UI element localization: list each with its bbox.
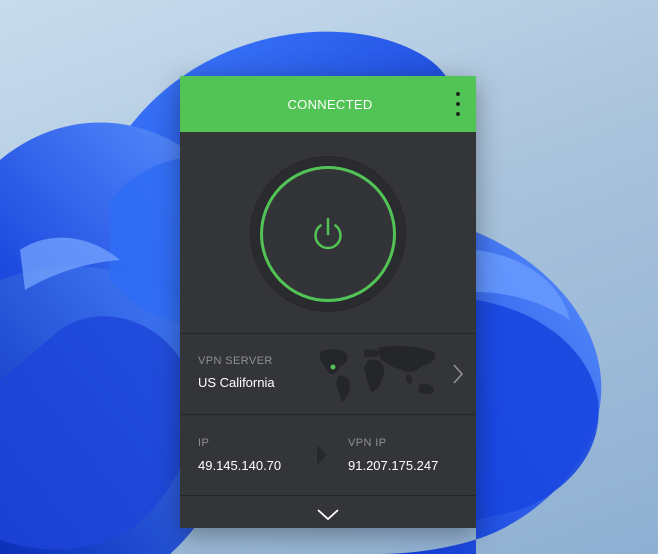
- power-icon: [314, 217, 342, 250]
- vpn-ip-label: VPN IP: [348, 437, 387, 449]
- power-area: [180, 132, 476, 333]
- chevron-down-icon: [317, 509, 339, 521]
- vpn-app-window: CONNECTED VPN SERVER US California IP 49…: [180, 76, 476, 528]
- vertical-dots-icon[interactable]: [454, 92, 462, 116]
- ip-info-row: IP 49.145.140.70 VPN IP 91.207.175.247: [180, 414, 476, 495]
- vpn-server-label: VPN SERVER: [198, 355, 273, 367]
- arrow-right-icon: [317, 445, 327, 465]
- ip-value: 49.145.140.70: [198, 458, 282, 473]
- vpn-ip-value: 91.207.175.247: [348, 458, 439, 473]
- connection-status: CONNECTED: [287, 96, 373, 112]
- menu-dot: [456, 102, 460, 106]
- ip-label: IP: [198, 437, 210, 449]
- power-ring: [250, 156, 406, 312]
- world-map-icon: [320, 345, 436, 402]
- vpn-server-selector[interactable]: VPN SERVER US California: [180, 333, 476, 414]
- expand-panel-button[interactable]: [180, 495, 476, 528]
- status-header: CONNECTED: [180, 76, 476, 132]
- menu-dot: [456, 92, 460, 96]
- vpn-server-value: US California: [198, 375, 275, 390]
- chevron-right-icon: [453, 364, 464, 384]
- power-button[interactable]: [260, 166, 396, 302]
- menu-dot: [456, 112, 460, 116]
